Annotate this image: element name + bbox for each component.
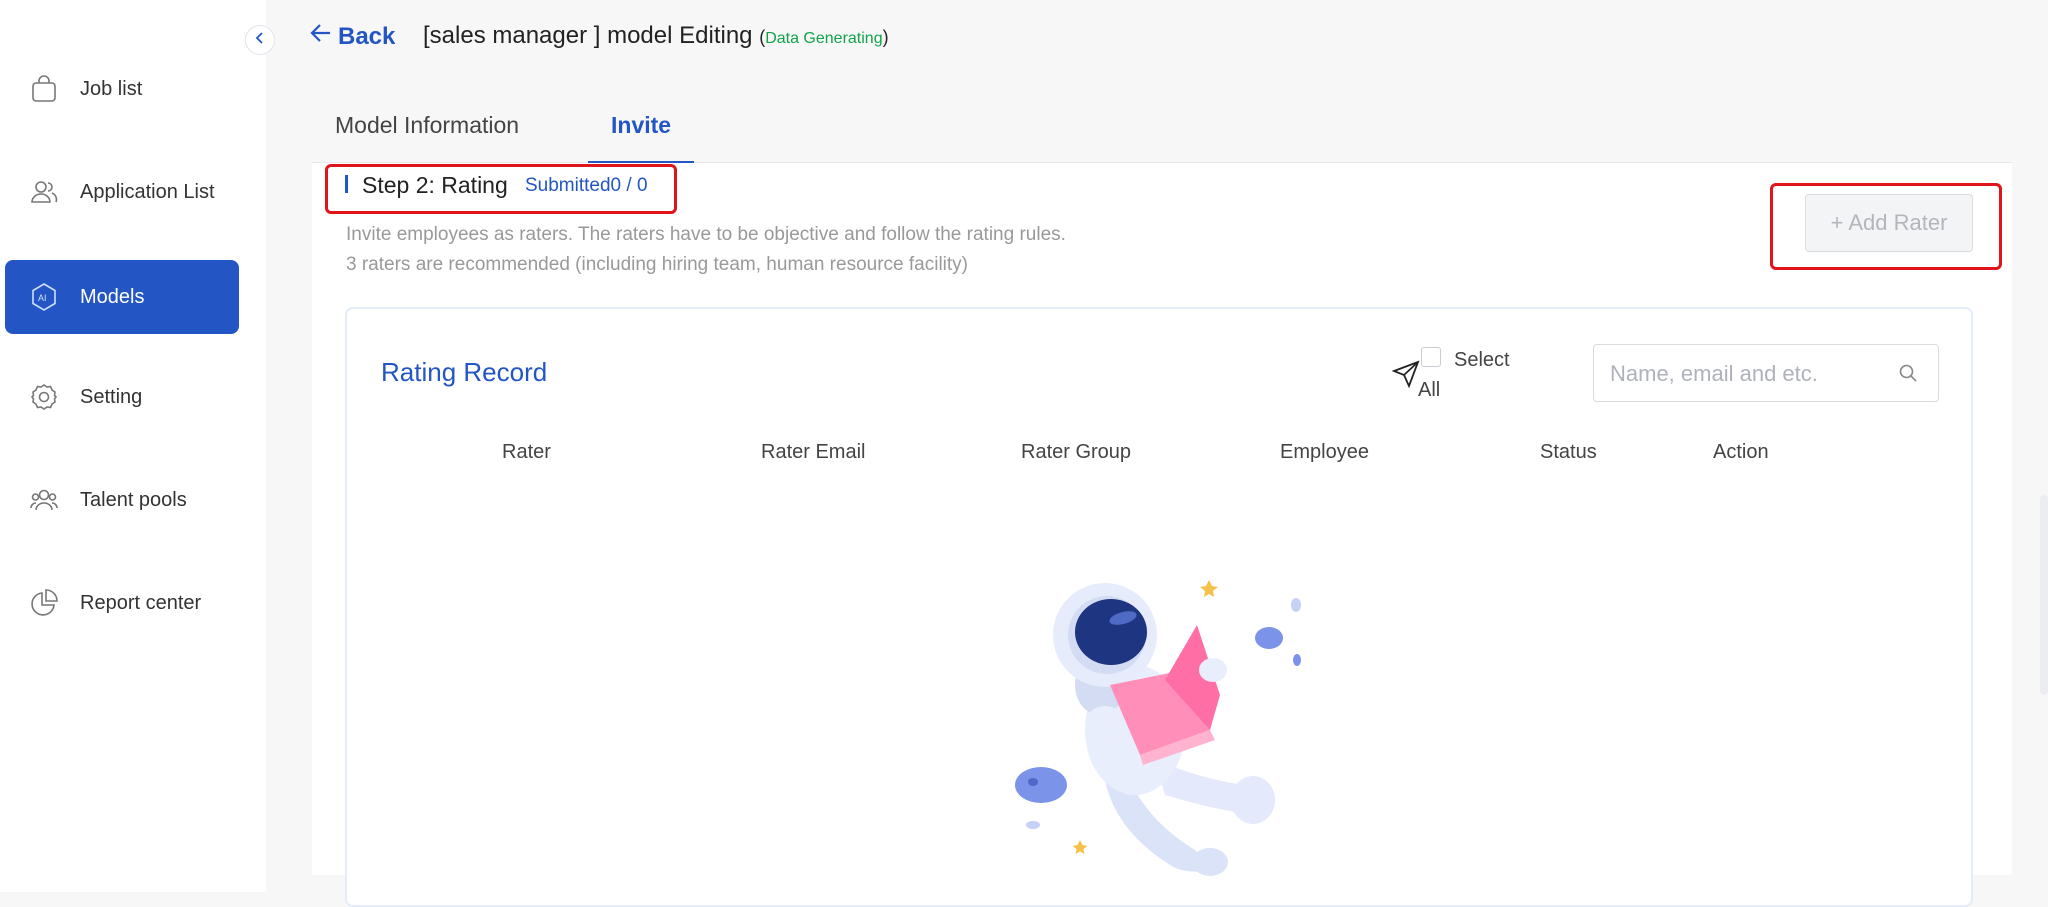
tab-invite[interactable]: Invite	[611, 112, 671, 139]
add-rater-highlight-box	[1770, 183, 2002, 270]
page-title-text: [sales manager ] model Editing	[423, 22, 753, 49]
column-header-rater-email: Rater Email	[761, 441, 866, 463]
search-icon[interactable]	[1898, 363, 1918, 388]
group-icon	[27, 483, 61, 517]
pie-chart-icon	[27, 586, 61, 620]
sidebar-item-label: Job list	[80, 77, 143, 100]
page-title: [sales manager ] model Editing (Data Gen…	[423, 22, 889, 50]
step-description: 3 raters are recommended (including hiri…	[346, 254, 968, 275]
search-input[interactable]	[1608, 345, 1892, 403]
sidebar-item-label: Report center	[80, 591, 202, 614]
users-icon	[27, 175, 61, 209]
column-header-status: Status	[1540, 441, 1597, 463]
status-badge: Data Generating	[765, 30, 883, 47]
back-label: Back	[338, 22, 396, 50]
column-header-rater-group: Rater Group	[1021, 441, 1132, 463]
back-link[interactable]: Back	[310, 22, 395, 51]
arrow-left-icon	[310, 22, 338, 51]
column-header-action: Action	[1713, 441, 1769, 463]
sidebar-item-report-center[interactable]: Report center	[5, 566, 239, 640]
sidebar-item-talent-pools[interactable]: Talent pools	[5, 463, 239, 537]
sidebar-item-label: Application List	[80, 180, 215, 203]
step-description: Invite employees as raters. The raters h…	[346, 224, 1066, 245]
astronaut-reading-illustration	[1005, 570, 1335, 885]
sidebar-item-job-list[interactable]: Job list	[5, 52, 239, 126]
status-paren-close: )	[882, 27, 889, 47]
sidebar-item-models[interactable]: AI Models	[5, 260, 239, 334]
select-all-label: Select All	[1418, 349, 1510, 401]
shopping-bag-icon	[27, 72, 61, 106]
column-header-rater: Rater	[502, 441, 551, 463]
rating-record-title: Rating Record	[381, 357, 548, 387]
ai-hexagon-icon: AI	[27, 280, 61, 314]
column-header-employee: Employee	[1280, 441, 1369, 463]
sidebar-item-label: Talent pools	[80, 488, 187, 511]
chevron-left-icon	[253, 31, 267, 50]
gear-icon	[27, 380, 61, 414]
scrollbar[interactable]	[2040, 495, 2048, 695]
send-icon[interactable]	[1391, 360, 1420, 393]
svg-text:AI: AI	[38, 293, 47, 303]
tab-bar: Model Information Invite	[312, 100, 2012, 164]
tab-model-information[interactable]: Model Information	[335, 112, 519, 139]
sidebar-item-label: Setting	[80, 385, 143, 408]
sidebar: Job list Application List AI Models Sett…	[0, 0, 266, 892]
step-highlight-box	[325, 164, 677, 214]
sidebar-item-application-list[interactable]: Application List	[5, 155, 239, 229]
search-field	[1593, 344, 1939, 403]
sidebar-item-label: Models	[80, 285, 145, 308]
collapse-sidebar-button[interactable]	[245, 25, 275, 55]
sidebar-item-setting[interactable]: Setting	[5, 360, 239, 434]
